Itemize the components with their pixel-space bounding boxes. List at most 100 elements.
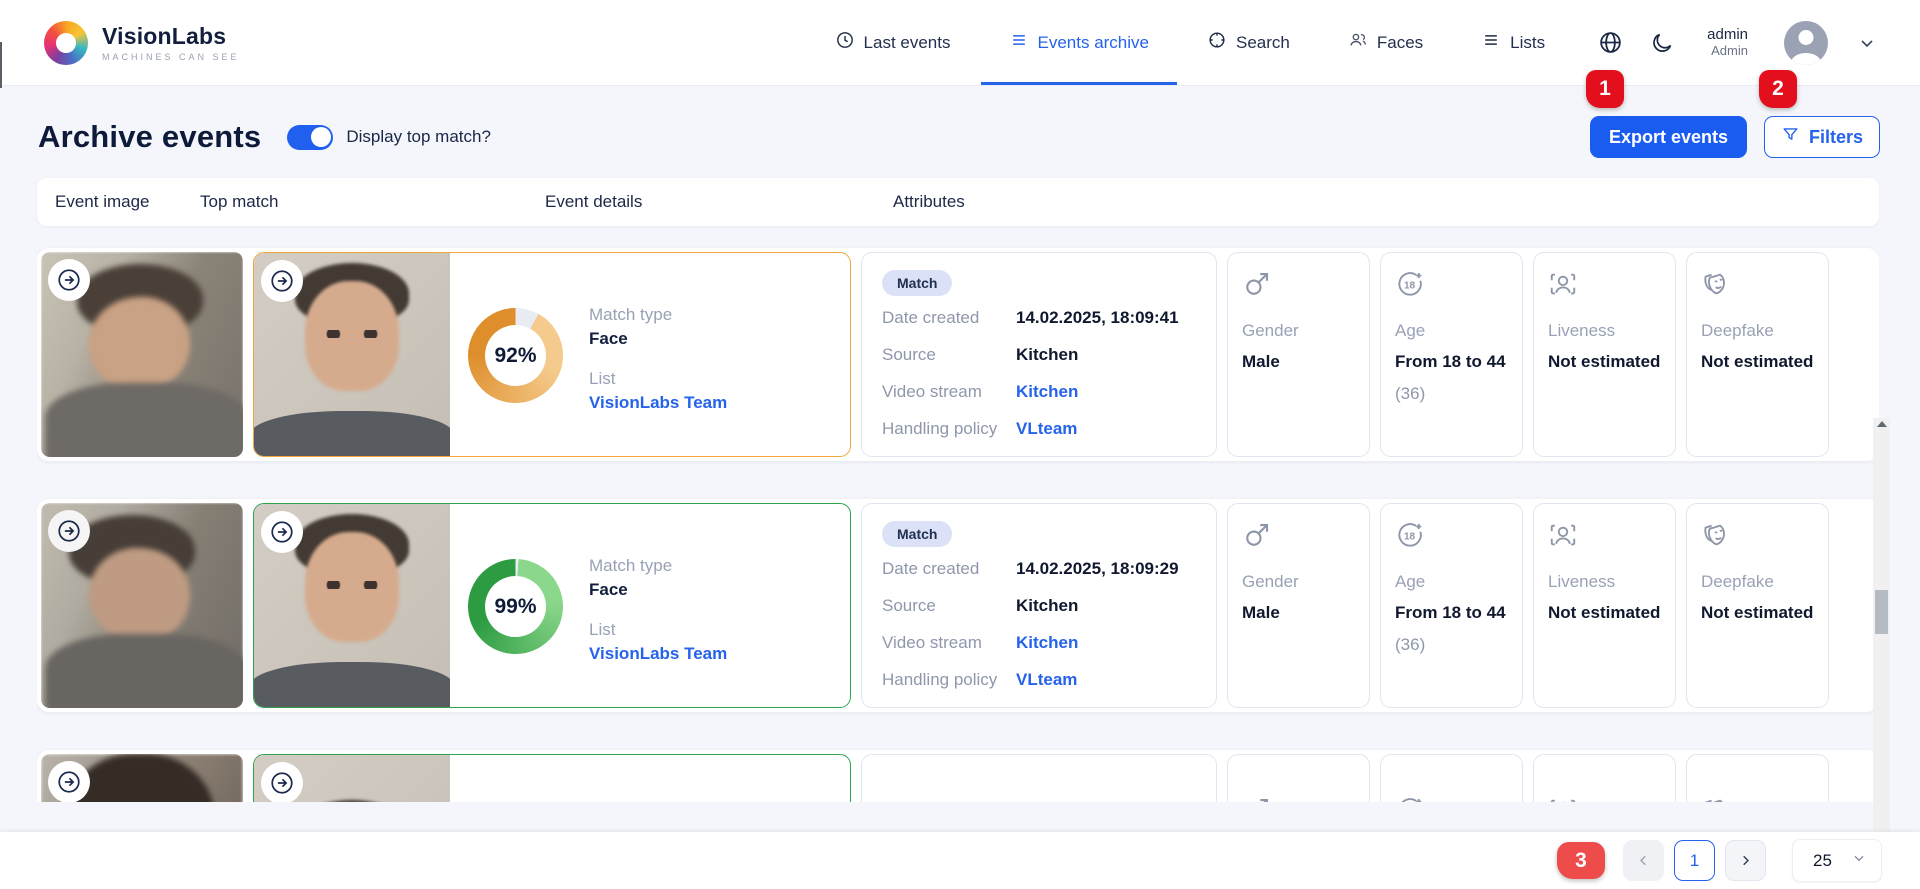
deepfake-masks-icon bbox=[1701, 520, 1731, 550]
display-top-match-toggle[interactable] bbox=[287, 125, 333, 150]
liveness-face-icon bbox=[1548, 520, 1578, 550]
deepfake-masks-icon bbox=[1701, 269, 1731, 299]
previous-page-button[interactable] bbox=[1623, 840, 1664, 881]
list-label: List bbox=[589, 620, 727, 640]
funnel-icon bbox=[1781, 125, 1800, 149]
match-type-value: Face bbox=[589, 580, 727, 600]
liveness-attribute-card bbox=[1533, 754, 1676, 802]
user-role: Admin bbox=[1707, 44, 1748, 59]
dark-mode-moon-icon[interactable] bbox=[1649, 30, 1675, 56]
open-event-arrow-icon[interactable] bbox=[48, 259, 90, 301]
deepfake-attribute-card bbox=[1686, 754, 1829, 802]
chevron-down-icon[interactable] bbox=[1854, 30, 1880, 56]
match-score-donut: 99% bbox=[468, 559, 563, 654]
language-globe-icon[interactable] bbox=[1597, 30, 1623, 56]
field-label: Video stream bbox=[882, 382, 1016, 402]
brand-logo[interactable]: VisionLabs MACHINES CAN SEE bbox=[44, 21, 240, 65]
list-link[interactable]: VisionLabs Team bbox=[589, 644, 727, 664]
toggle-label: Display top match? bbox=[346, 127, 491, 147]
age-18-icon: 18 bbox=[1395, 795, 1425, 802]
crosshair-icon bbox=[1207, 30, 1227, 55]
nav-label: Lists bbox=[1510, 33, 1545, 53]
age-18-icon: 18 bbox=[1395, 520, 1425, 550]
nav-label: Last events bbox=[864, 33, 951, 53]
field-label: Video stream bbox=[882, 633, 1016, 653]
page-number-button[interactable]: 1 bbox=[1674, 840, 1715, 881]
male-icon bbox=[1242, 520, 1272, 550]
field-label: Source bbox=[882, 345, 1016, 365]
pagination-footer: 3 1 25 bbox=[0, 832, 1920, 889]
export-events-button[interactable]: Export events bbox=[1590, 116, 1747, 158]
open-match-arrow-icon[interactable] bbox=[261, 762, 303, 802]
age-18-icon: 18 bbox=[1395, 269, 1425, 299]
video-stream-link[interactable]: Kitchen bbox=[1016, 382, 1078, 402]
match-percent: 92% bbox=[485, 325, 546, 386]
annotation-badge-3: 3 bbox=[1557, 842, 1605, 879]
nav-item-search[interactable]: Search bbox=[1207, 0, 1290, 85]
age-attribute-card: 18 bbox=[1380, 754, 1523, 802]
top-match-card[interactable]: 99% Match type Face List VisionLabs Team bbox=[253, 503, 851, 708]
match-type-label: Match type bbox=[589, 305, 727, 325]
page-size-value: 25 bbox=[1813, 851, 1832, 871]
deepfake-attribute-card: Deepfake Not estimated bbox=[1686, 503, 1829, 708]
vertical-scrollbar[interactable] bbox=[1873, 418, 1890, 889]
column-header-attributes: Attributes bbox=[893, 192, 965, 212]
open-match-arrow-icon[interactable] bbox=[261, 260, 303, 302]
date-created-value: 14.02.2025, 18:09:41 bbox=[1016, 308, 1179, 328]
age-exact: (36) bbox=[1395, 635, 1508, 655]
open-event-arrow-icon[interactable] bbox=[48, 510, 90, 552]
match-type-value: Face bbox=[589, 329, 727, 349]
age-attribute-card: 18 Age From 18 to 44 (36) bbox=[1380, 252, 1523, 457]
scroll-up-arrow[interactable] bbox=[1873, 416, 1890, 432]
match-photo[interactable] bbox=[254, 253, 450, 456]
handling-policy-link[interactable]: VLteam bbox=[1016, 419, 1077, 439]
nav-label: Faces bbox=[1377, 33, 1423, 53]
nav-item-events-archive[interactable]: Events archive bbox=[1009, 0, 1150, 85]
events-list: 92% Match type Face List VisionLabs Team… bbox=[37, 226, 1879, 802]
list-label: List bbox=[589, 369, 727, 389]
avatar[interactable] bbox=[1784, 21, 1828, 65]
event-row: 92% Match type Face List VisionLabs Team… bbox=[37, 248, 1879, 461]
archive-table: Event image Top match Event details Attr… bbox=[0, 178, 1920, 802]
male-icon bbox=[1242, 269, 1272, 299]
event-image[interactable] bbox=[41, 252, 243, 457]
nav-item-faces[interactable]: Faces bbox=[1348, 0, 1423, 85]
top-match-card[interactable]: 92% Match type Face List VisionLabs Team bbox=[253, 252, 851, 457]
open-match-arrow-icon[interactable] bbox=[261, 511, 303, 553]
nav-item-lists[interactable]: Lists bbox=[1481, 0, 1545, 85]
handling-policy-link[interactable]: VLteam bbox=[1016, 670, 1077, 690]
field-label: Handling policy bbox=[882, 670, 1016, 690]
next-page-button[interactable] bbox=[1725, 840, 1766, 881]
match-status-badge: Match bbox=[882, 270, 952, 296]
annotation-badge-1: 1 bbox=[1586, 70, 1624, 108]
field-label: Handling policy bbox=[882, 419, 1016, 439]
source-value: Kitchen bbox=[1016, 596, 1078, 616]
brand-tagline: MACHINES CAN SEE bbox=[102, 52, 240, 62]
video-stream-link[interactable]: Kitchen bbox=[1016, 633, 1078, 653]
male-icon bbox=[1242, 795, 1272, 802]
nav-item-last-events[interactable]: Last events bbox=[835, 0, 951, 85]
liveness-face-icon bbox=[1548, 269, 1578, 299]
page-size-select[interactable]: 25 bbox=[1792, 839, 1882, 882]
match-photo[interactable] bbox=[254, 755, 450, 802]
scrollbar-thumb[interactable] bbox=[1875, 590, 1888, 634]
date-created-value: 14.02.2025, 18:09:29 bbox=[1016, 559, 1179, 579]
event-row: 99% Match type Face List VisionLabs Team… bbox=[37, 499, 1879, 712]
field-label: Date created bbox=[882, 308, 1016, 328]
deepfake-attribute-card: Deepfake Not estimated bbox=[1686, 252, 1829, 457]
brand-name: VisionLabs bbox=[102, 23, 240, 50]
svg-text:18: 18 bbox=[1404, 280, 1416, 291]
event-details-card: Match bbox=[861, 754, 1217, 802]
liveness-face-icon bbox=[1548, 795, 1578, 802]
header-actions: 1 2 Export events Filters bbox=[1590, 116, 1880, 158]
open-event-arrow-icon[interactable] bbox=[48, 761, 90, 802]
list-link[interactable]: VisionLabs Team bbox=[589, 393, 727, 413]
match-score-donut: 92% bbox=[468, 308, 563, 403]
match-photo[interactable] bbox=[254, 504, 450, 707]
event-image[interactable] bbox=[41, 503, 243, 708]
match-percent: 99% bbox=[485, 576, 546, 637]
page-title: Archive events bbox=[38, 119, 261, 155]
event-image[interactable] bbox=[41, 754, 243, 802]
top-match-card[interactable] bbox=[253, 754, 851, 802]
filters-button[interactable]: Filters bbox=[1764, 116, 1880, 158]
